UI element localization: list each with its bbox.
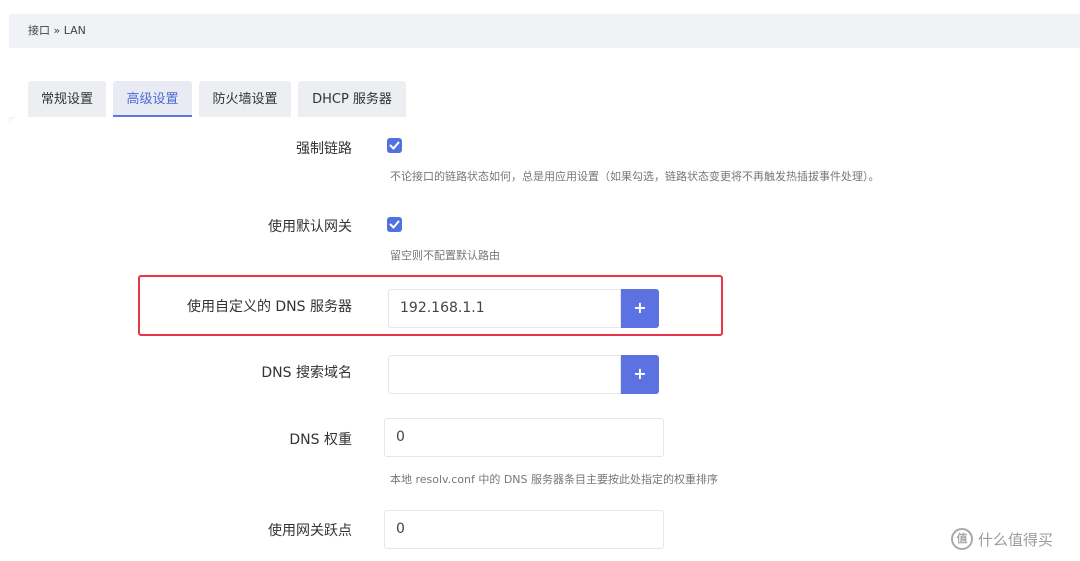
tab-firewall[interactable]: 防火墙设置: [199, 81, 291, 117]
dns-search-add-button[interactable]: +: [621, 355, 659, 394]
dns-weight-description: 本地 resolv.conf 中的 DNS 服务器条目主要按此处指定的权重排序: [390, 473, 719, 486]
default-gateway-label: 使用默认网关: [268, 219, 352, 235]
watermark-logo-icon: 值: [951, 528, 973, 550]
check-icon: [389, 141, 400, 150]
force-link-label: 强制链路: [296, 141, 352, 157]
force-link-description: 不论接口的链路状态如何，总是用应用设置（如果勾选，链路状态变更将不再触发热插拔事…: [390, 170, 880, 183]
tab-advanced[interactable]: 高级设置: [113, 81, 192, 117]
default-gateway-checkbox[interactable]: [387, 217, 402, 232]
page: 接口 » LAN 常规设置 高级设置 防火墙设置 DHCP 服务器 强制链路 不…: [0, 0, 1080, 561]
custom-dns-label: 使用自定义的 DNS 服务器: [186, 299, 352, 315]
custom-dns-input[interactable]: 192.168.1.1: [388, 289, 621, 328]
gateway-metric-label: 使用网关跃点: [268, 523, 352, 539]
gateway-metric-input[interactable]: 0: [384, 510, 664, 549]
tab-general[interactable]: 常规设置: [28, 81, 106, 117]
dns-search-label: DNS 搜索域名: [261, 365, 352, 381]
default-gateway-description: 留空则不配置默认路由: [390, 249, 500, 262]
breadcrumb: 接口 » LAN: [9, 14, 1080, 48]
dns-weight-label: DNS 权重: [289, 432, 352, 448]
dns-weight-input[interactable]: 0: [384, 418, 664, 457]
watermark-text: 什么值得买: [978, 531, 1054, 549]
tab-dhcp[interactable]: DHCP 服务器: [298, 81, 406, 117]
custom-dns-add-button[interactable]: +: [621, 289, 659, 328]
dns-search-input[interactable]: [388, 355, 621, 394]
check-icon: [389, 220, 400, 229]
force-link-checkbox[interactable]: [387, 138, 402, 153]
